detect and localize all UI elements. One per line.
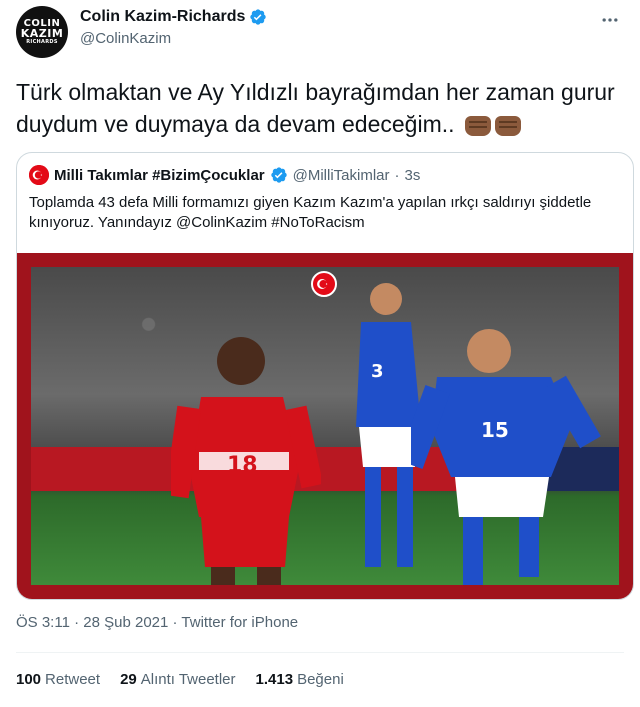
quoted-photo[interactable]: 3 18 15 <box>17 253 633 599</box>
likes-count: 1.413 <box>255 671 294 688</box>
player-blue-foreground: 15 <box>411 329 601 585</box>
quotes-label: Alıntı Tweetler <box>140 671 236 688</box>
verified-badge-icon <box>250 9 267 25</box>
more-icon[interactable] <box>600 10 620 35</box>
avatar[interactable]: COLIN KAZIM RICHARDS <box>16 6 68 58</box>
author-display-name[interactable]: Colin Kazim-Richards <box>80 8 245 26</box>
author-handle[interactable]: @ColinKazim <box>80 30 267 47</box>
quoted-time[interactable]: 3s <box>405 167 421 184</box>
tweet-meta: ÖS 3:11 · 28 Şub 2021 · Twitter for iPho… <box>16 614 298 631</box>
quoted-handle[interactable]: @MilliTakimlar <box>293 167 390 184</box>
quotes-count: 29 <box>120 671 137 688</box>
divider <box>16 652 624 653</box>
author-name-row[interactable]: Colin Kazim-Richards <box>80 8 267 26</box>
retweets-stat[interactable]: 100 Retweet <box>16 671 100 688</box>
quoted-tweet[interactable]: Milli Takımlar #BizimÇocuklar @MilliTaki… <box>16 152 634 600</box>
avatar-text-line3: RICHARDS <box>26 39 58 46</box>
tweet-source[interactable]: Twitter for iPhone <box>181 614 298 631</box>
crescent-star-icon <box>29 165 49 185</box>
turkish-flag-badge-icon <box>311 271 337 297</box>
tweet-time[interactable]: ÖS 3:11 <box>16 614 70 631</box>
jersey-number-18: 18 <box>227 453 258 478</box>
meta-separator: · <box>172 614 178 631</box>
verified-badge-icon <box>270 167 287 183</box>
crescent-star-icon <box>317 279 328 289</box>
quoted-display-name[interactable]: Milli Takımlar #BizimÇocuklar <box>54 167 265 184</box>
tweet-body: Türk olmaktan ve Ay Yıldızlı bayrağımdan… <box>16 76 616 140</box>
quotes-stat[interactable]: 29 Alıntı Tweetler <box>120 671 235 688</box>
tweet-text: Türk olmaktan ve Ay Yıldızlı bayrağımdan… <box>16 79 615 137</box>
quoted-text: Toplamda 43 defa Milli formamızı giyen K… <box>29 194 592 231</box>
jersey-number-15: 15 <box>481 418 509 442</box>
retweets-count: 100 <box>16 671 42 688</box>
more-dots-icon <box>602 18 618 22</box>
quoted-avatar-turkish-flag-icon[interactable] <box>29 165 49 185</box>
author-block: Colin Kazim-Richards @ColinKazim <box>80 8 267 47</box>
likes-label: Beğeni <box>297 671 344 688</box>
tweet-date[interactable]: 28 Şub 2021 <box>83 614 168 631</box>
retweets-label: Retweet <box>45 671 101 688</box>
football-match-image: 3 18 15 <box>31 267 619 585</box>
tweet-header: COLIN KAZIM RICHARDS Colin Kazim-Richard… <box>16 6 624 60</box>
fist-emoji-icon <box>494 115 521 136</box>
fist-emoji-icon <box>464 115 491 136</box>
player-red: 18 <box>171 337 321 585</box>
meta-separator: · <box>74 614 80 631</box>
avatar-text-line2: KAZIM <box>20 26 64 40</box>
likes-stat[interactable]: 1.413 Beğeni <box>256 671 344 688</box>
tweet-stats: 100 Retweet 29 Alıntı Tweetler 1.413 Beğeni <box>16 671 344 688</box>
quoted-separator: · <box>394 166 400 184</box>
quoted-tweet-header: Milli Takımlar #BizimÇocuklar @MilliTaki… <box>29 165 420 185</box>
jersey-number-3: 3 <box>371 361 384 382</box>
